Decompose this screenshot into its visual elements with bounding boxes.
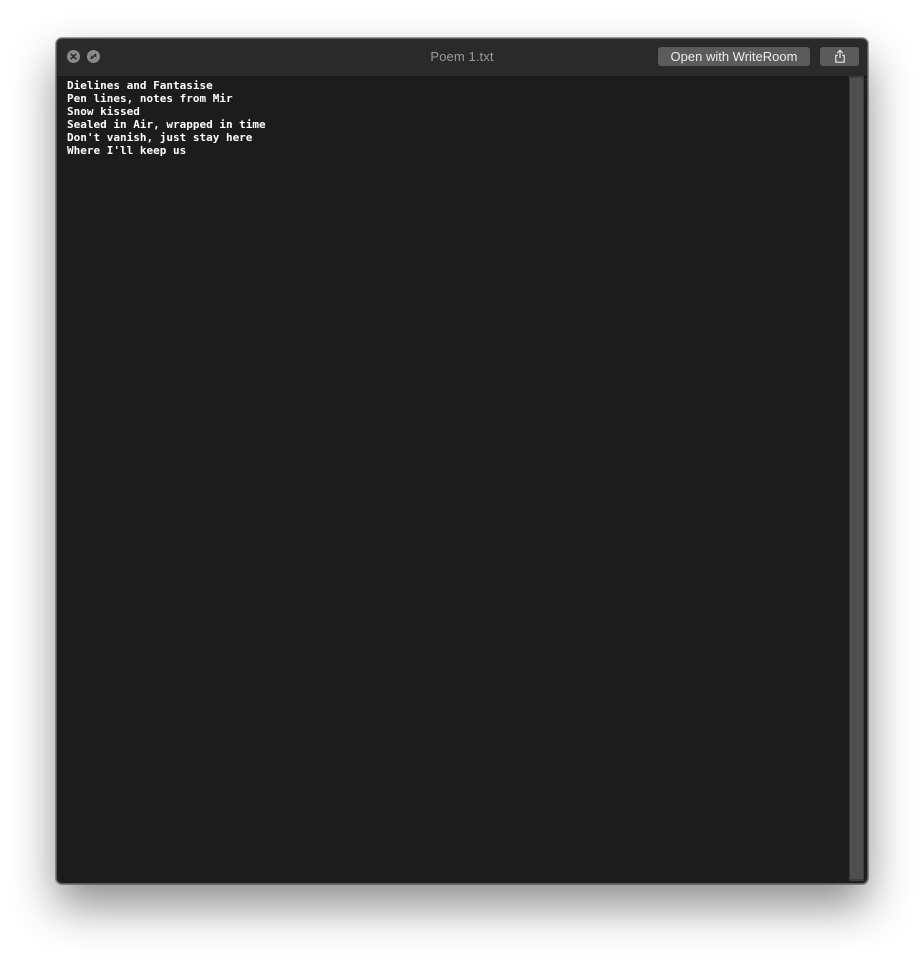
share-button[interactable] (820, 47, 859, 66)
open-with-writeroom-button[interactable]: Open with WriteRoom (658, 47, 810, 66)
document-content[interactable]: Dielines and Fantasise Pen lines, notes … (60, 76, 849, 881)
title-bar[interactable]: Poem 1.txt Open with WriteRoom (57, 39, 867, 77)
text-line: Don't vanish, just stay here (67, 131, 253, 144)
text-line: Where I'll keep us (67, 144, 187, 157)
text-line: Sealed in Air, wrapped in time (67, 118, 266, 131)
text-line: Pen lines, notes from Mir (67, 92, 233, 105)
share-icon (820, 49, 859, 64)
document-text[interactable]: Dielines and Fantasise Pen lines, notes … (67, 79, 266, 157)
quicklook-window: Poem 1.txt Open with WriteRoom Dielines … (56, 38, 868, 884)
text-line: Snow kissed (67, 105, 140, 118)
vertical-scrollbar[interactable] (849, 76, 864, 881)
scrollbar-thumb[interactable] (850, 78, 863, 879)
text-line: Dielines and Fantasise (67, 79, 213, 92)
